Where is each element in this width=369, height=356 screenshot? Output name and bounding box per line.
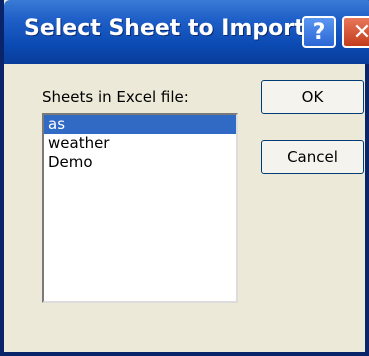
help-icon: ? <box>312 19 326 45</box>
close-button[interactable]: ✕ <box>342 16 369 48</box>
sheet-item-weather[interactable]: weather <box>44 134 236 153</box>
sheets-listbox[interactable]: as weather Demo <box>42 113 238 303</box>
title-bar[interactable]: Select Sheet to Import ? ✕ <box>4 0 369 64</box>
cancel-button[interactable]: Cancel <box>261 140 364 174</box>
close-icon: ✕ <box>352 19 369 45</box>
ok-button[interactable]: OK <box>261 80 364 114</box>
help-button[interactable]: ? <box>302 16 336 48</box>
sheet-item-demo[interactable]: Demo <box>44 153 236 172</box>
sheet-item-as[interactable]: as <box>44 115 236 134</box>
dialog-title: Select Sheet to Import <box>24 16 305 41</box>
import-sheet-dialog: Select Sheet to Import ? ✕ Sheets in Exc… <box>0 0 369 356</box>
sheets-list-label: Sheets in Excel file: <box>42 88 189 106</box>
